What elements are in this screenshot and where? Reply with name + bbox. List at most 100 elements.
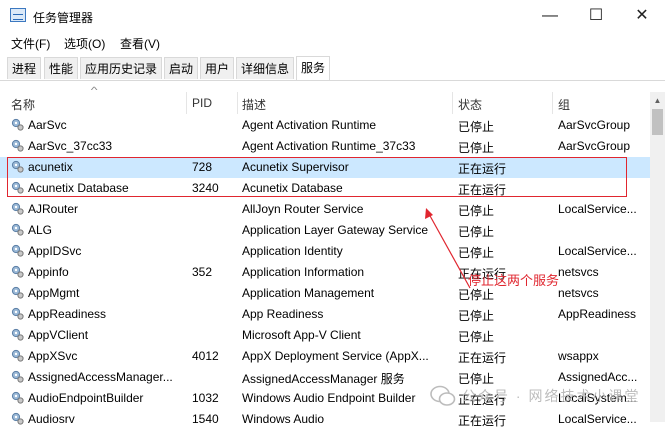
- column-name-header[interactable]: 名称: [11, 96, 35, 113]
- service-group-cell: AssignedAcc...: [558, 370, 638, 384]
- service-name-cell: AppVClient: [28, 328, 89, 342]
- service-pid-cell: 352: [192, 265, 213, 279]
- service-name-cell: ALG: [28, 223, 53, 237]
- tab-details[interactable]: 详细信息: [236, 57, 295, 79]
- tab-users[interactable]: 用户: [200, 57, 235, 79]
- service-gear-icon: [11, 118, 24, 131]
- service-status-cell: 正在运行: [458, 414, 507, 428]
- scroll-up-arrow-icon[interactable]: ▲: [650, 92, 665, 109]
- service-gear-icon: [11, 223, 24, 236]
- column-divider[interactable]: [237, 92, 238, 114]
- service-status-cell: 已停止: [458, 372, 495, 386]
- service-name-cell: AarSvc_37cc33: [28, 139, 113, 153]
- window-title: 任务管理器: [33, 11, 94, 25]
- service-row[interactable]: ALG Application Layer Gateway Service 已停止: [0, 220, 650, 241]
- column-divider[interactable]: [552, 92, 553, 114]
- title-bar: 任务管理器 — ☐ ✕: [0, 0, 665, 32]
- service-row[interactable]: AarSvc Agent Activation Runtime 已停止 AarSvcG…: [0, 115, 650, 136]
- service-pid-cell: 1032: [192, 391, 219, 405]
- service-pid-cell: 1540: [192, 412, 219, 426]
- tab-startup[interactable]: 启动: [164, 57, 199, 79]
- service-gear-icon: [11, 286, 24, 299]
- tab-processes[interactable]: 进程: [7, 57, 42, 79]
- service-desc-cell: App Readiness: [242, 307, 324, 321]
- maximize-button[interactable]: ☐: [573, 0, 619, 32]
- service-group-cell: AarSvcGroup: [558, 118, 631, 132]
- service-group-cell: AppReadiness: [558, 307, 637, 321]
- service-gear-icon: [11, 307, 24, 320]
- tab-performance[interactable]: 性能: [44, 57, 79, 79]
- column-divider[interactable]: [186, 92, 187, 114]
- service-desc-cell: Microsoft App-V Client: [242, 328, 361, 342]
- service-name-cell: AppIDSvc: [28, 244, 82, 258]
- column-description-header[interactable]: 描述: [242, 96, 266, 113]
- service-pid-cell: 4012: [192, 349, 219, 363]
- service-group-cell: wsappx: [558, 349, 599, 363]
- menu-options[interactable]: 选项(O): [64, 35, 105, 52]
- service-name-cell: Audiosrv: [28, 412, 75, 426]
- service-status-cell: 已停止: [458, 330, 495, 344]
- service-gear-icon: [11, 244, 24, 257]
- service-desc-cell: Agent Activation Runtime_37c33: [242, 139, 416, 153]
- service-row[interactable]: AJRouter AllJoyn Router Service 已停止 LocalSe…: [0, 199, 650, 220]
- service-status-cell: 已停止: [458, 225, 495, 239]
- menu-bar: 文件(F) 选项(O) 查看(V): [0, 32, 665, 54]
- tab-app-history[interactable]: 应用历史记录: [80, 57, 163, 79]
- service-group-cell: netsvcs: [558, 265, 599, 279]
- service-gear-icon: [11, 265, 24, 278]
- vertical-scrollbar[interactable]: ▲: [650, 92, 665, 422]
- service-gear-icon: [11, 412, 24, 425]
- service-desc-cell: Application Information: [242, 265, 365, 279]
- service-group-cell: LocalService...: [558, 412, 637, 426]
- column-header: 名称 PID 描述 状态 组: [0, 92, 650, 114]
- column-group-header[interactable]: 组: [558, 96, 570, 113]
- scroll-thumb[interactable]: [652, 109, 663, 135]
- service-group-cell: netsvcs: [558, 286, 599, 300]
- menu-file[interactable]: 文件(F): [11, 35, 50, 52]
- service-desc-cell: Agent Activation Runtime: [242, 118, 377, 132]
- service-row[interactable]: Audiosrv 1540 Windows Audio 正在运行 LocalServic…: [0, 409, 650, 430]
- service-gear-icon: [11, 370, 24, 383]
- column-divider[interactable]: [452, 92, 453, 114]
- service-gear-icon: [11, 391, 24, 404]
- service-status-cell: 已停止: [458, 246, 495, 260]
- service-gear-icon: [11, 202, 24, 215]
- service-desc-cell: Application Layer Gateway Service: [242, 223, 429, 237]
- service-desc-cell: AppX Deployment Service (AppX...: [242, 349, 429, 363]
- service-row[interactable]: AssignedAccessManager... AssignedAccessMa…: [0, 367, 650, 388]
- close-button[interactable]: ✕: [619, 0, 665, 32]
- service-row[interactable]: AppVClient Microsoft App-V Client 已停止: [0, 325, 650, 346]
- service-status-cell: 已停止: [458, 309, 495, 323]
- tab-services[interactable]: 服务: [296, 56, 331, 80]
- service-group-cell: LocalService...: [558, 202, 637, 216]
- minimize-button[interactable]: —: [527, 0, 573, 32]
- annotation-highlight-box: [7, 157, 627, 197]
- service-group-cell: AarSvcGroup: [558, 139, 631, 153]
- service-row[interactable]: AppIDSvc Application Identity 已停止 LocalServ…: [0, 241, 650, 262]
- service-status-cell: 正在运行: [458, 351, 507, 365]
- service-row[interactable]: AarSvc_37cc33 Agent Activation Runtime_37…: [0, 136, 650, 157]
- service-status-cell: 已停止: [458, 120, 495, 134]
- service-name-cell: AppReadiness: [28, 307, 107, 321]
- service-desc-cell: Windows Audio Endpoint Builder: [242, 391, 416, 405]
- menu-view[interactable]: 查看(V): [120, 35, 160, 52]
- service-desc-cell: AssignedAccessManager 服务: [242, 372, 405, 386]
- wechat-icon: [430, 385, 456, 406]
- service-name-cell: Appinfo: [28, 265, 69, 279]
- service-name-cell: AarSvc: [28, 118, 67, 132]
- service-name-cell: AssignedAccessManager...: [28, 370, 173, 384]
- service-desc-cell: Application Management: [242, 286, 375, 300]
- service-status-cell: 已停止: [458, 204, 495, 218]
- service-name-cell: AppXSvc: [28, 349, 78, 363]
- service-desc-cell: Windows Audio: [242, 412, 325, 426]
- service-row[interactable]: AppReadiness App Readiness 已停止 AppReadiness: [0, 304, 650, 325]
- service-row[interactable]: AppXSvc 4012 AppX Deployment Service (AppX…: [0, 346, 650, 367]
- service-group-cell: LocalService...: [558, 244, 637, 258]
- column-pid-header[interactable]: PID: [192, 96, 212, 110]
- service-name-cell: AJRouter: [28, 202, 79, 216]
- tab-strip: 进程 性能 应用历史记录 启动 用户 详细信息 服务: [0, 54, 665, 81]
- annotation-label: 停止这两个服务: [468, 273, 560, 288]
- service-gear-icon: [11, 328, 24, 341]
- column-status-header[interactable]: 状态: [458, 96, 482, 113]
- watermark-text: 公众号 · 网络技术小课堂: [462, 388, 641, 404]
